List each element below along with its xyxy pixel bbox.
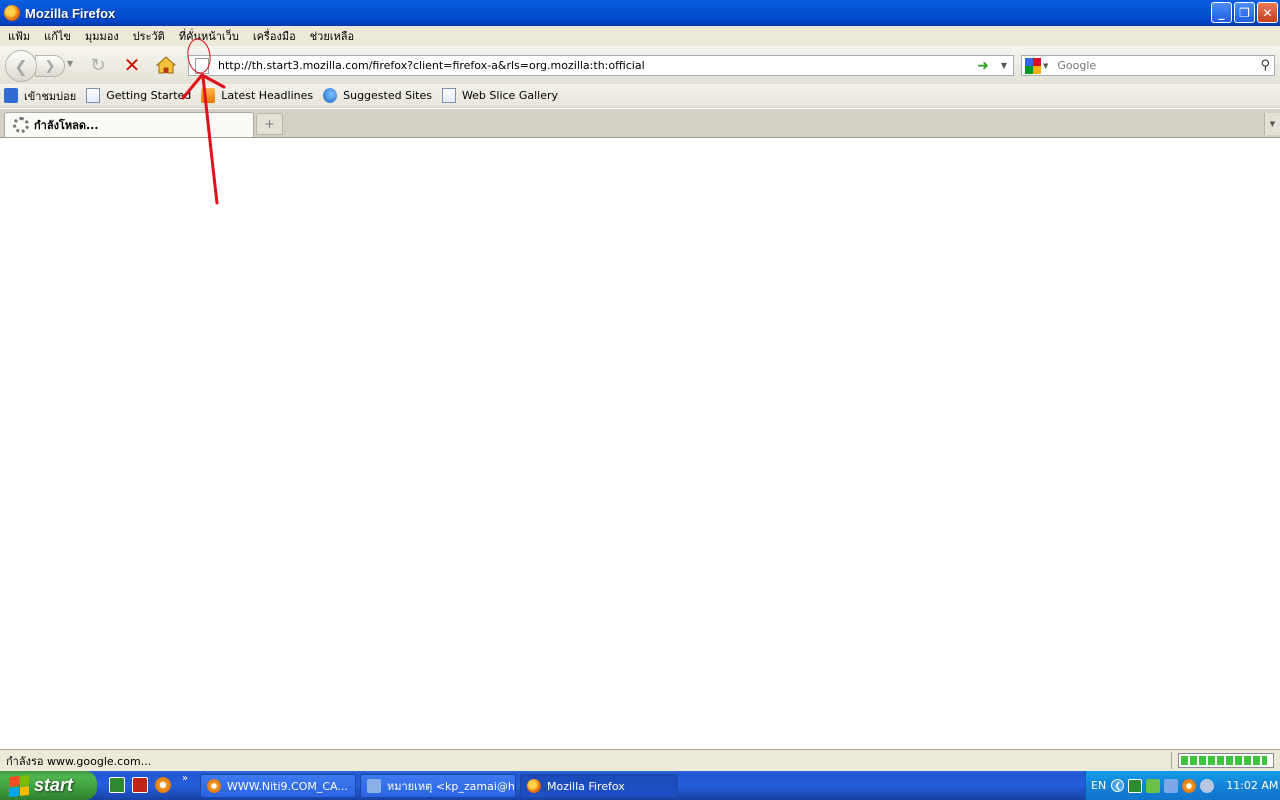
page-content[interactable] bbox=[0, 137, 1280, 749]
clock[interactable]: 11:02 AM bbox=[1226, 779, 1278, 792]
tab-bar: กำลังโหลด... + ▼ bbox=[0, 109, 1280, 137]
plus-icon: + bbox=[264, 117, 275, 131]
navigation-toolbar: ❯ ❮ ▼ ↻ ✕ http://th.start3.mozilla.com/f… bbox=[0, 46, 1280, 84]
taskbar-item-3[interactable]: Mozilla Firefox bbox=[520, 774, 678, 798]
bookmark-getting-started[interactable]: Getting Started bbox=[82, 85, 195, 107]
new-tab-button[interactable]: + bbox=[256, 113, 283, 135]
page-icon bbox=[86, 88, 101, 103]
quicklaunch-app-icon[interactable] bbox=[109, 777, 125, 793]
menu-file[interactable]: แฟ้ม bbox=[1, 27, 37, 45]
menu-edit[interactable]: แก้ไข bbox=[37, 27, 78, 45]
bookmark-label: Getting Started bbox=[106, 89, 192, 102]
url-dropdown-icon[interactable]: ▼ bbox=[1001, 61, 1007, 70]
windows-logo-icon bbox=[9, 774, 29, 797]
tab-list-button[interactable]: ▼ bbox=[1264, 113, 1280, 135]
status-divider bbox=[1171, 752, 1172, 769]
chevron-down-icon: ▼ bbox=[1269, 120, 1276, 128]
tray-expand-icon[interactable]: ❮ bbox=[1111, 779, 1125, 792]
tray-monitor-icon[interactable] bbox=[1164, 778, 1179, 793]
system-tray: EN ❮ 11:02 AM bbox=[1085, 771, 1280, 800]
tab-label: กำลังโหลด... bbox=[34, 119, 99, 132]
google-engine-icon[interactable] bbox=[1025, 57, 1041, 74]
start-label: start bbox=[34, 775, 74, 795]
back-arrow-icon: ❮ bbox=[14, 56, 28, 76]
menu-tools[interactable]: เครื่องมือ bbox=[246, 27, 303, 45]
start-button[interactable]: start bbox=[0, 771, 97, 800]
engine-dropdown-icon[interactable]: ▼ bbox=[1043, 62, 1048, 70]
tray-network-icon[interactable] bbox=[1146, 778, 1161, 793]
status-text: กำลังรอ www.google.com... bbox=[6, 754, 152, 768]
stop-icon[interactable]: ✕ bbox=[119, 52, 145, 78]
menu-bar: แฟ้ม แก้ไข มุมมอง ประวัติ ที่คั่นหน้าเว็… bbox=[0, 26, 1280, 46]
bookmark-latest-headlines[interactable]: Latest Headlines bbox=[197, 85, 317, 107]
tray-volume-icon[interactable] bbox=[1200, 778, 1215, 793]
ie-icon bbox=[323, 88, 338, 103]
back-button[interactable]: ❮ bbox=[5, 50, 37, 82]
task-label: WWW.Niti9.COM_CA... bbox=[227, 779, 348, 793]
loading-spinner-icon bbox=[13, 117, 29, 133]
menu-view[interactable]: มุมมอง bbox=[78, 27, 126, 45]
title-bar: Mozilla Firefox _ ❐ ✕ bbox=[0, 0, 1280, 26]
restore-button[interactable]: ❐ bbox=[1234, 2, 1255, 23]
browser-icon bbox=[207, 779, 221, 793]
loading-progress-bar bbox=[1178, 753, 1274, 768]
language-indicator[interactable]: EN bbox=[1091, 779, 1106, 792]
url-bar[interactable]: http://th.start3.mozilla.com/firefox?cli… bbox=[188, 55, 1014, 76]
search-input[interactable] bbox=[1057, 59, 1261, 72]
go-arrow-icon[interactable]: ➜ bbox=[977, 58, 989, 74]
reload-icon[interactable]: ↻ bbox=[85, 52, 111, 78]
back-forward-group: ❯ ❮ ▼ bbox=[5, 49, 77, 82]
firefox-icon bbox=[4, 5, 20, 21]
minimize-button[interactable]: _ bbox=[1211, 2, 1232, 23]
window-title: Mozilla Firefox bbox=[25, 5, 116, 21]
quicklaunch-media-icon[interactable] bbox=[132, 777, 148, 793]
messenger-icon bbox=[367, 779, 381, 793]
rss-feed-icon bbox=[201, 88, 216, 103]
bookmark-most-visited[interactable]: เข้าชมบ่อย bbox=[0, 85, 80, 107]
bookmark-label: Web Slice Gallery bbox=[461, 89, 558, 102]
tray-app-icon[interactable] bbox=[1128, 778, 1143, 793]
close-button[interactable]: ✕ bbox=[1257, 2, 1278, 23]
bookmark-label: เข้าชมบ่อย bbox=[24, 89, 77, 103]
home-icon[interactable] bbox=[153, 52, 179, 78]
taskbar: start » WWW.Niti9.COM_CA... หมายเหตุ <kp… bbox=[0, 771, 1280, 800]
bookmark-web-slice-gallery[interactable]: Web Slice Gallery bbox=[438, 85, 562, 107]
task-label: Mozilla Firefox bbox=[547, 779, 625, 793]
bookmark-label: Suggested Sites bbox=[343, 89, 432, 102]
bookmark-suggested-sites[interactable]: Suggested Sites bbox=[319, 85, 436, 107]
search-icon[interactable]: ⚲ bbox=[1260, 58, 1270, 73]
menu-help[interactable]: ช่วยเหลือ bbox=[303, 27, 361, 45]
tray-browser-icon[interactable] bbox=[1182, 778, 1197, 793]
bookmarks-toolbar: เข้าชมบ่อย Getting Started Latest Headli… bbox=[0, 84, 1280, 108]
menu-history[interactable]: ประวัติ bbox=[126, 27, 172, 45]
status-bar: กำลังรอ www.google.com... bbox=[0, 749, 1280, 771]
taskbar-item-2[interactable]: หมายเหตุ <kp_zamai@h... bbox=[360, 774, 516, 798]
progress-fill bbox=[1181, 756, 1267, 765]
history-dropdown-icon[interactable]: ▼ bbox=[67, 59, 73, 68]
quicklaunch-more-icon[interactable]: » bbox=[182, 773, 188, 784]
page-icon bbox=[441, 88, 456, 103]
firefox-icon bbox=[527, 779, 541, 793]
menu-bookmarks[interactable]: ที่คั่นหน้าเว็บ bbox=[172, 27, 246, 45]
forward-arrow-icon: ❯ bbox=[44, 58, 56, 74]
taskbar-item-1[interactable]: WWW.Niti9.COM_CA... bbox=[200, 774, 356, 798]
quicklaunch-browser-icon[interactable] bbox=[155, 777, 171, 793]
forward-button[interactable]: ❯ bbox=[35, 55, 65, 77]
page-favicon-icon[interactable] bbox=[195, 57, 209, 74]
tab-loading[interactable]: กำลังโหลด... bbox=[4, 112, 254, 137]
url-input[interactable]: http://th.start3.mozilla.com/firefox?cli… bbox=[218, 59, 977, 72]
window-controls: _ ❐ ✕ bbox=[1211, 2, 1278, 23]
task-label: หมายเหตุ <kp_zamai@h... bbox=[387, 780, 516, 793]
most-visited-icon bbox=[4, 88, 18, 103]
bookmark-label: Latest Headlines bbox=[221, 89, 314, 102]
search-bar[interactable]: ▼ ⚲ bbox=[1021, 55, 1275, 76]
